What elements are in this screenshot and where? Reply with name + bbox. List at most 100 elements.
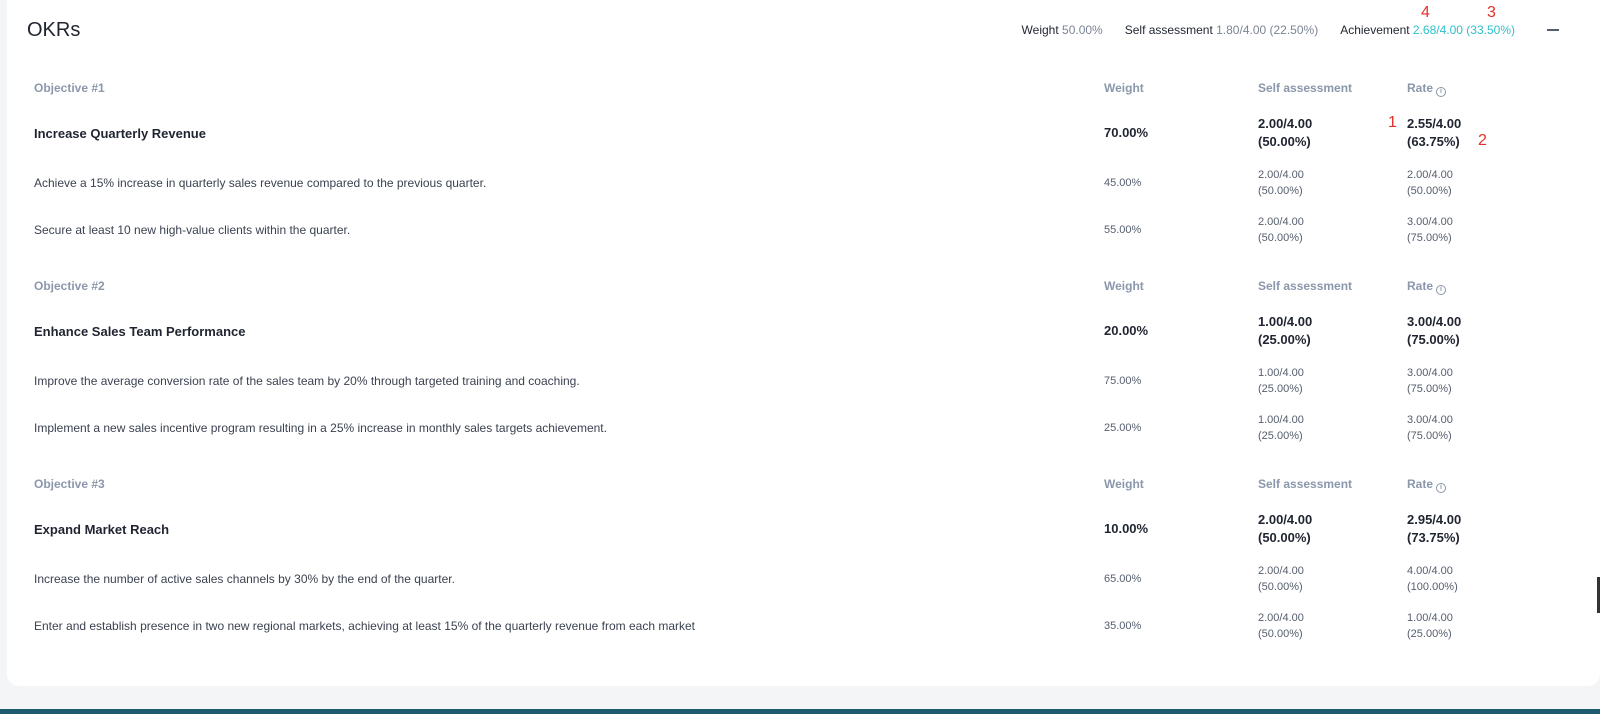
page-title: OKRs (27, 19, 81, 41)
rate-header-label: Rate (1407, 81, 1434, 95)
kr-self-percent: (25.00%) (1258, 430, 1303, 442)
kr-rate-score: 1.00/4.00 (1407, 612, 1453, 624)
rate-header-label: Rate (1407, 279, 1434, 293)
key-result-rate: 2.00/4.00 (50.00%) (1407, 167, 1453, 199)
objective-self-percent: (50.00%) (1258, 530, 1311, 545)
kr-rate-percent: (75.00%) (1407, 383, 1452, 395)
rate-column-header: Rate i (1407, 81, 1447, 97)
objective-rate-percent: (75.00%) (1407, 332, 1460, 347)
kr-rate-percent: (100.00%) (1407, 581, 1458, 593)
info-icon[interactable]: i (1436, 483, 1447, 493)
key-result-self-assessment: 2.00/4.00 (50.00%) (1258, 610, 1304, 642)
kr-self-percent: (50.00%) (1258, 185, 1303, 197)
objective-self-percent: (25.00%) (1258, 332, 1311, 347)
summary-achievement-label: Achievement (1340, 23, 1410, 37)
key-result-weight: 65.00% (1104, 573, 1142, 585)
kr-self-percent: (50.00%) (1258, 628, 1303, 640)
key-result-text: Enter and establish presence in two new … (34, 619, 696, 633)
info-icon[interactable]: i (1436, 285, 1447, 295)
collapse-button[interactable] (1544, 21, 1562, 39)
summary-self-label: Self assessment (1124, 23, 1213, 37)
annotation-marker-4: 4 (1421, 4, 1430, 21)
kr-self-percent: (50.00%) (1258, 232, 1303, 244)
objective-self-assessment: 2.00/4.00 (50.00%) (1258, 115, 1312, 151)
key-result-text: Implement a new sales incentive program … (34, 421, 607, 435)
rate-column-header: Rate i (1407, 279, 1447, 295)
rate-column-header: Rate i (1407, 477, 1447, 493)
key-result-rate: 4.00/4.00 (100.00%) (1407, 563, 1458, 595)
key-result-weight: 25.00% (1104, 422, 1142, 434)
kr-self-percent: (50.00%) (1258, 581, 1303, 593)
info-icon[interactable]: i (1436, 87, 1447, 97)
objective-rate: 2.55/4.00 (63.75%) (1407, 115, 1461, 151)
key-result-text: Achieve a 15% increase in quarterly sale… (34, 176, 487, 190)
objective-self-score: 2.00/4.00 (1258, 116, 1313, 131)
key-result-weight: 55.00% (1104, 224, 1142, 236)
kr-self-score: 2.00/4.00 (1258, 612, 1304, 624)
footer-bar (0, 709, 1600, 714)
key-result-rate: 3.00/4.00 (75.00%) (1407, 365, 1453, 397)
objective-label: Objective #1 (34, 81, 105, 95)
objective-weight: 20.00% (1104, 323, 1149, 338)
key-result-self-assessment: 1.00/4.00 (25.00%) (1258, 365, 1304, 397)
summary-self-assessment: Self assessment 1.80/4.00 (22.50%) (1125, 23, 1318, 37)
key-result-self-assessment: 1.00/4.00 (25.00%) (1258, 412, 1304, 444)
objective-rate-score: 3.00/4.00 (1407, 314, 1462, 329)
summary-self-value: 1.80/4.00 (22.50%) (1216, 23, 1319, 37)
objective-title: Expand Market Reach (34, 522, 170, 537)
summary-achievement-value: 2.68/4.00 (33.50%) (1412, 23, 1515, 37)
key-result-rate: 1.00/4.00 (25.00%) (1407, 610, 1453, 642)
objective-self-assessment: 1.00/4.00 (25.00%) (1258, 313, 1312, 349)
minus-icon (1547, 29, 1559, 31)
weight-column-header: Weight (1104, 81, 1144, 95)
objective-weight: 70.00% (1104, 125, 1149, 140)
objective-rate-percent: (73.75%) (1407, 530, 1460, 545)
key-result-text: Secure at least 10 new high-value client… (34, 223, 351, 237)
objective-label: Objective #3 (34, 477, 105, 491)
objective-self-score: 1.00/4.00 (1258, 314, 1313, 329)
annotation-marker-1: 1 (1388, 114, 1397, 131)
summary-achievement: Achievement 2.68/4.00 (33.50%) (1340, 23, 1515, 37)
key-result-self-assessment: 2.00/4.00 (50.00%) (1258, 214, 1304, 246)
key-result-text: Increase the number of active sales chan… (34, 572, 455, 586)
objective-self-assessment: 2.00/4.00 (50.00%) (1258, 511, 1312, 547)
okr-summary: Weight 50.00% Self assessment 1.80/4.00 … (1022, 23, 1515, 37)
key-result-self-assessment: 2.00/4.00 (50.00%) (1258, 167, 1304, 199)
key-result-rate: 3.00/4.00 (75.00%) (1407, 214, 1453, 246)
key-result-rate: 3.00/4.00 (75.00%) (1407, 412, 1453, 444)
objective-weight: 10.00% (1104, 521, 1149, 536)
objective-title: Enhance Sales Team Performance (34, 324, 246, 339)
objective-self-score: 2.00/4.00 (1258, 512, 1313, 527)
kr-self-score: 1.00/4.00 (1258, 414, 1304, 426)
kr-self-score: 2.00/4.00 (1258, 169, 1304, 181)
kr-self-percent: (25.00%) (1258, 383, 1303, 395)
kr-self-score: 2.00/4.00 (1258, 565, 1304, 577)
summary-weight: Weight 50.00% (1022, 23, 1103, 37)
annotation-marker-2: 2 (1478, 132, 1487, 149)
kr-rate-score: 3.00/4.00 (1407, 367, 1453, 379)
rate-header-label: Rate (1407, 477, 1434, 491)
summary-weight-value: 50.00% (1062, 23, 1103, 37)
objective-rate: 3.00/4.00 (75.00%) (1407, 313, 1461, 349)
kr-rate-percent: (50.00%) (1407, 185, 1452, 197)
weight-column-header: Weight (1104, 477, 1144, 491)
self-assessment-column-header: Self assessment (1258, 81, 1353, 95)
kr-rate-percent: (75.00%) (1407, 232, 1452, 244)
kr-rate-percent: (25.00%) (1407, 628, 1452, 640)
kr-self-score: 2.00/4.00 (1258, 216, 1304, 228)
key-result-weight: 35.00% (1104, 620, 1142, 632)
key-result-text: Improve the average conversion rate of t… (34, 374, 580, 388)
kr-rate-score: 3.00/4.00 (1407, 414, 1453, 426)
kr-rate-score: 2.00/4.00 (1407, 169, 1453, 181)
objective-rate-score: 2.55/4.00 (1407, 116, 1462, 131)
objective-self-percent: (50.00%) (1258, 134, 1311, 149)
objective-label: Objective #2 (34, 279, 105, 293)
key-result-weight: 45.00% (1104, 177, 1142, 189)
summary-weight-label: Weight (1021, 23, 1059, 37)
objective-rate: 2.95/4.00 (73.75%) (1407, 511, 1461, 547)
objective-rate-percent: (63.75%) (1407, 134, 1460, 149)
weight-column-header: Weight (1104, 279, 1144, 293)
kr-rate-score: 4.00/4.00 (1407, 565, 1453, 577)
objective-title: Increase Quarterly Revenue (34, 126, 206, 141)
kr-rate-score: 3.00/4.00 (1407, 216, 1453, 228)
